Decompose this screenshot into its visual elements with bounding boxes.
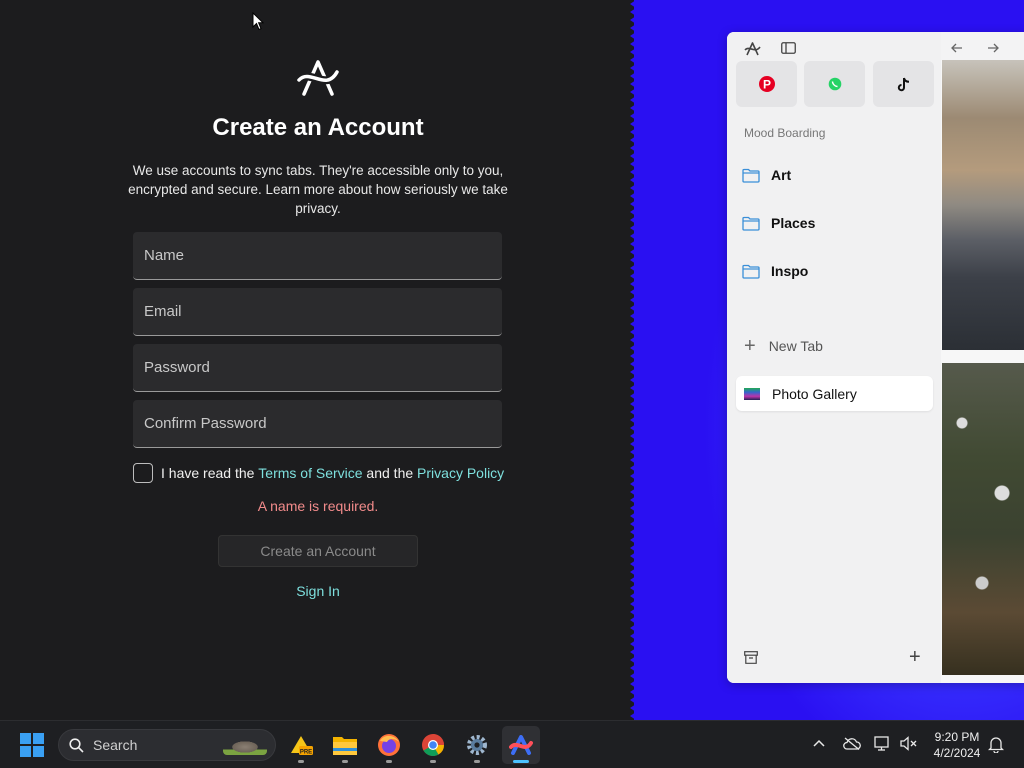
archive-icon[interactable] (744, 651, 758, 664)
email-placeholder: Email (144, 303, 182, 320)
terms-link[interactable]: Terms of Service (258, 465, 362, 481)
password-field[interactable]: Password (133, 344, 502, 392)
sign-in-link[interactable]: Sign In (0, 583, 636, 599)
arc-logo-icon (296, 60, 340, 96)
firefox-icon[interactable] (370, 726, 408, 764)
name-placeholder: Name (144, 247, 185, 264)
adobe-premiere-icon[interactable]: PRE (282, 726, 320, 764)
volume-muted-icon[interactable] (900, 736, 918, 754)
taskbar-search[interactable]: Search (58, 729, 276, 761)
favorite-tiktok[interactable] (873, 61, 934, 107)
space-label: Mood Boarding (744, 126, 826, 140)
folder-icon (742, 264, 760, 279)
windows-start-icon[interactable] (20, 733, 44, 757)
add-icon[interactable]: + (909, 646, 921, 669)
page-description: We use accounts to sync tabs. They're ac… (128, 163, 508, 216)
folder-label: Art (771, 167, 792, 183)
gallery-photo[interactable] (942, 60, 1024, 350)
arc-browser-icon[interactable] (502, 726, 540, 764)
forward-arrow-icon[interactable] (983, 38, 1003, 58)
confirm-password-placeholder: Confirm Password (144, 415, 267, 432)
whatsapp-icon (828, 77, 841, 91)
email-field[interactable]: Email (133, 288, 502, 336)
favorite-whatsapp[interactable] (804, 61, 865, 107)
clock-date: 4/2/2024 (933, 746, 981, 760)
chrome-icon[interactable] (414, 726, 452, 764)
mouse-cursor-icon (252, 12, 264, 31)
plus-icon: + (744, 335, 756, 357)
error-message: A name is required. (257, 498, 379, 514)
settings-icon[interactable] (458, 726, 496, 764)
arc-menu-icon[interactable] (742, 38, 762, 58)
tab-photo-gallery[interactable]: Photo Gallery (736, 376, 933, 411)
agree-prefix: I have read the (161, 465, 259, 481)
search-highlight-image (223, 737, 267, 755)
folder-icon (742, 216, 760, 231)
folder-inspo[interactable]: Inspo (742, 259, 808, 283)
create-account-button[interactable]: Create an Account (218, 535, 418, 567)
name-field[interactable]: Name (133, 232, 502, 280)
page-content (941, 60, 1024, 683)
password-placeholder: Password (144, 359, 210, 376)
taskbar: Search PRE 9:20 PM 4/2/2024 (0, 720, 1024, 768)
sidebar-toggle-icon[interactable] (778, 38, 798, 58)
new-tab-label: New Tab (768, 338, 823, 354)
search-label: Search (93, 737, 138, 753)
privacy-link[interactable]: Privacy Policy (417, 465, 504, 481)
folder-label: Places (771, 215, 816, 231)
pinterest-icon: P (758, 76, 775, 92)
photo-gallery-favicon-icon (744, 387, 760, 400)
network-icon[interactable] (874, 736, 892, 754)
signup-panel: Create an Account We use accounts to syn… (0, 0, 636, 720)
notification-bell-icon[interactable] (987, 736, 1005, 756)
folder-label: Inspo (771, 263, 809, 279)
folder-icon (742, 168, 760, 183)
chevron-up-icon[interactable] (813, 735, 825, 750)
arc-sidebar: P Mood Boarding Art Places Inspo + New T… (727, 32, 999, 683)
agree-checkbox[interactable] (133, 463, 153, 483)
clock-time: 9:20 PM (934, 730, 980, 744)
svg-text:PRE: PRE (300, 750, 312, 756)
confirm-password-field[interactable]: Confirm Password (133, 400, 502, 448)
agree-middle: and the (362, 465, 418, 481)
clock[interactable]: 9:20 PM 4/2/2024 (925, 729, 989, 761)
agree-row: I have read the Terms of Service and the… (133, 462, 504, 484)
svg-text:P: P (762, 78, 770, 92)
folder-art[interactable]: Art (742, 163, 791, 187)
page-title: Create an Account (212, 114, 424, 141)
torn-edge (630, 0, 642, 720)
cloud-offline-icon[interactable] (843, 737, 861, 753)
tab-label: Photo Gallery (772, 385, 857, 402)
back-arrow-icon[interactable] (947, 38, 967, 58)
folder-places[interactable]: Places (742, 211, 815, 235)
new-tab-button[interactable]: + New Tab (744, 335, 823, 357)
tiktok-icon (897, 77, 909, 91)
search-icon (69, 737, 84, 753)
file-explorer-icon[interactable] (326, 726, 364, 764)
favorite-pinterest[interactable]: P (736, 61, 797, 107)
arc-browser-window: P Mood Boarding Art Places Inspo + New T… (727, 32, 1024, 683)
gallery-photo[interactable] (942, 363, 1024, 675)
